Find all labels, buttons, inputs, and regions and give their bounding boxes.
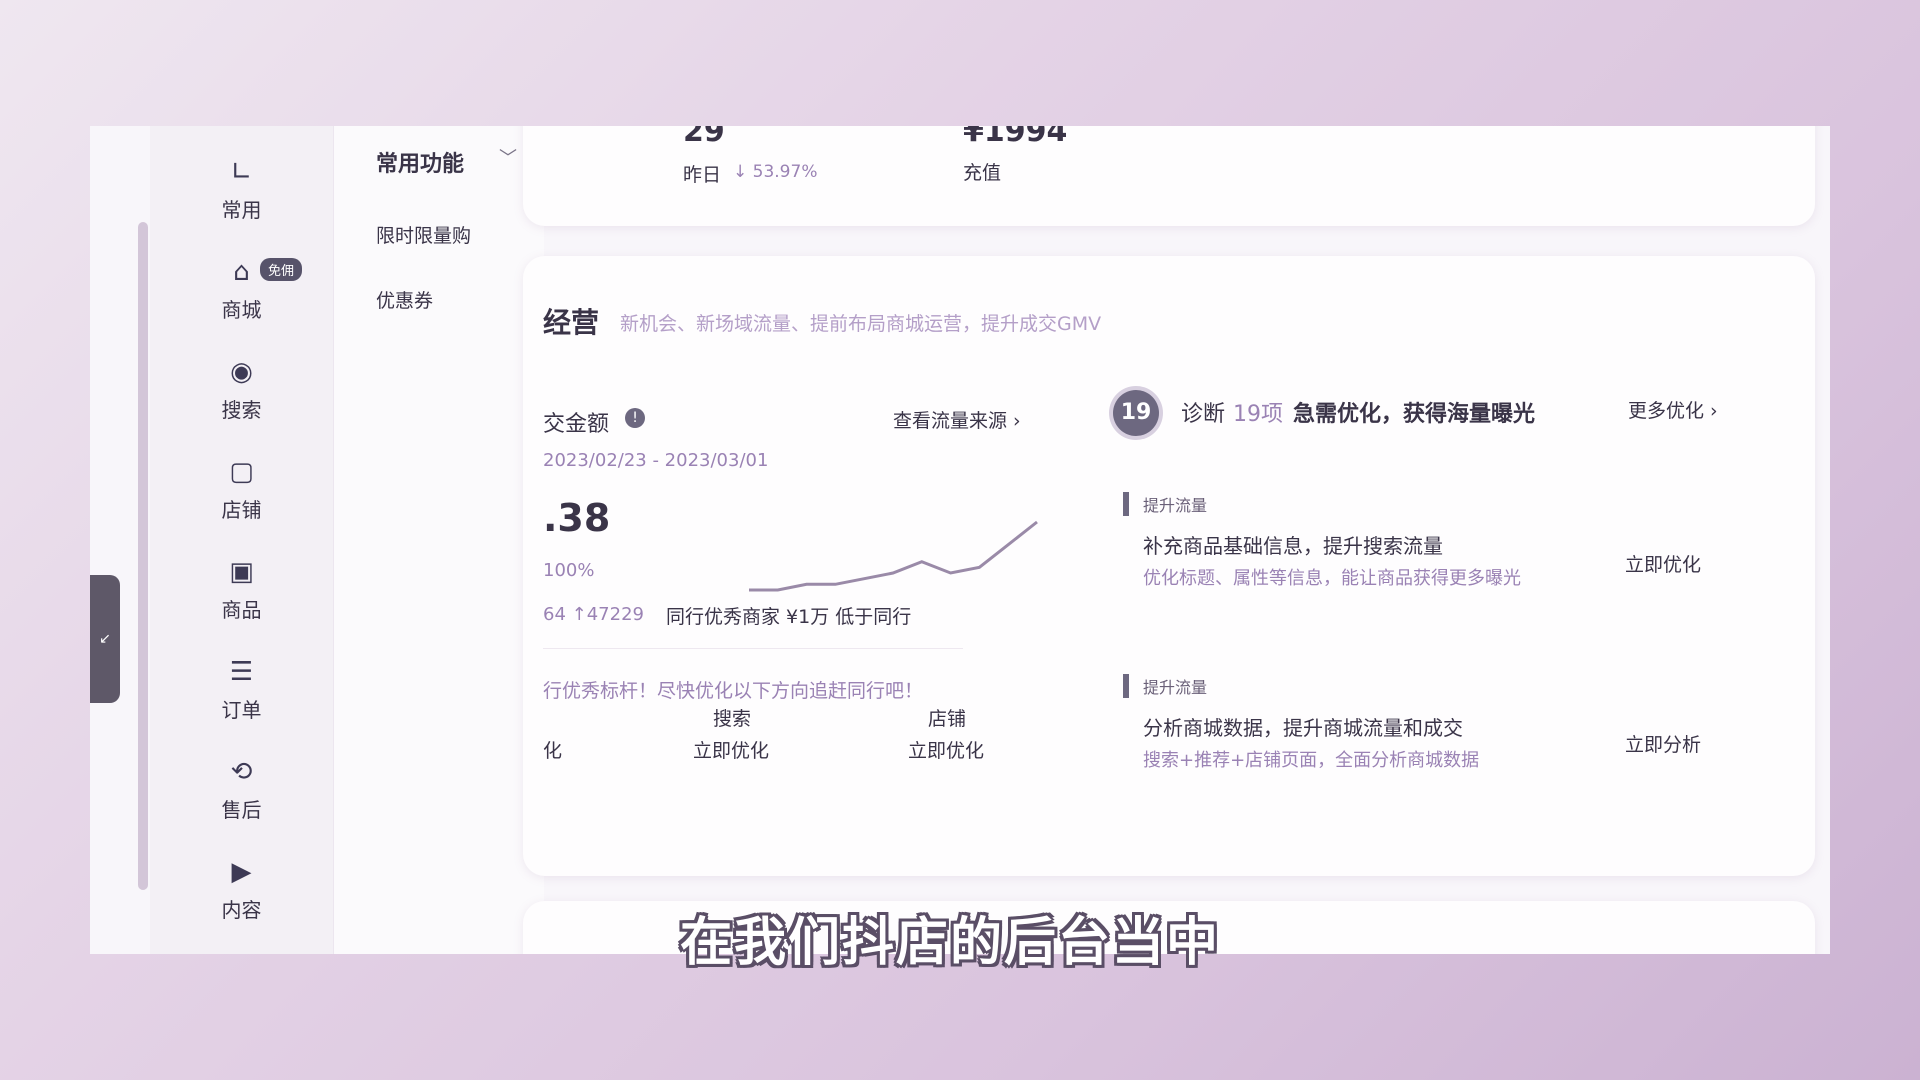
- rail-label: 店铺: [221, 498, 262, 522]
- traffic-source-link[interactable]: 查看流量来源 ›: [893, 406, 1021, 433]
- collapse-arrow-icon: ↙: [99, 631, 111, 647]
- gmv-compare: 64 ↑47229: [543, 604, 644, 625]
- diagnosis-item-title: 补充商品基础信息，提升搜索流量: [1143, 534, 1443, 558]
- diagnosis-tag: 提升流量: [1123, 674, 1207, 698]
- trend-line: [749, 520, 1038, 592]
- rail-label: 商品: [221, 598, 262, 622]
- submenu-panel: 常用功能 ﹀ 限时限量购 优惠券: [333, 126, 544, 954]
- free-commission-badge: 免佣: [260, 258, 303, 281]
- rail-item-order[interactable]: ☰ 订单: [150, 656, 333, 746]
- peer-comparison: 同行优秀商家 ¥1万 低于同行: [666, 606, 912, 628]
- channel-action[interactable]: 立即优化: [693, 736, 769, 763]
- diagnosis-count-badge: 19: [1113, 390, 1159, 436]
- main-content: 29 昨日 ↓ 53.97% ¥1994 充值 经营 新机会、新场域流量、提前布…: [523, 126, 1830, 954]
- app-window: ↙ ∟ 常用 ⌂ 商城 免佣 ◉ 搜索 ▢ 店铺 ▣ 商品 ☰ 订单 ⟲ 售后 …: [90, 126, 1830, 954]
- stat-label: 充值: [963, 162, 1002, 184]
- diagnosis-count: 19项: [1233, 402, 1283, 427]
- more-optimization-link[interactable]: 更多优化 ›: [1628, 396, 1718, 423]
- store-icon: ▢: [229, 457, 254, 487]
- diagnosis-item-desc: 搜索+推荐+店铺页面，全面分析商城数据: [1143, 750, 1480, 771]
- rail-item-after-sales[interactable]: ⟲ 售后: [150, 756, 333, 846]
- diagnosis-item-title: 分析商城数据，提升商城流量和成交: [1143, 716, 1463, 740]
- stat-value: ¥1994: [963, 126, 1068, 149]
- rail-label: 搜索: [221, 398, 262, 422]
- channel-action[interactable]: 立即优化: [908, 736, 984, 763]
- channel-action[interactable]: 化: [543, 736, 562, 763]
- date-range[interactable]: 2023/02/23 - 2023/03/01: [543, 450, 768, 471]
- gmv-trend-chart: [749, 520, 1038, 592]
- diagnosis-tag: 提升流量: [1123, 492, 1207, 516]
- submenu-item-flash-sale[interactable]: 限时限量购: [376, 221, 471, 248]
- chevron-down-icon[interactable]: ﹀: [499, 144, 517, 170]
- gmv-label: 交金额: [543, 412, 610, 437]
- section-title: 经营: [543, 306, 600, 339]
- after-sales-icon: ⟲: [230, 757, 253, 787]
- icon-rail: ∟ 常用 ⌂ 商城 免佣 ◉ 搜索 ▢ 店铺 ▣ 商品 ☰ 订单 ⟲ 售后 ▶: [150, 126, 333, 954]
- diagnosis-item-desc: 优化标题、属性等信息，能让商品获得更多曝光: [1143, 568, 1521, 589]
- rail-label: 常用: [221, 198, 262, 222]
- rail-label: 订单: [221, 698, 262, 722]
- rail-item-product[interactable]: ▣ 商品: [150, 556, 333, 646]
- rail-item-store[interactable]: ▢ 店铺: [150, 456, 333, 546]
- collapse-sidebar-button[interactable]: ↙: [90, 575, 120, 703]
- rail-item-content[interactable]: ▶ 内容: [150, 856, 333, 946]
- advice-text: 行优秀标杆！尽快优化以下方向追赶同行吧！: [543, 680, 924, 702]
- rail-item-common[interactable]: ∟ 常用: [150, 156, 333, 246]
- vertical-scrollbar[interactable]: [138, 222, 148, 890]
- info-icon[interactable]: !: [625, 408, 645, 428]
- stat-value: 29: [683, 126, 725, 149]
- mall-icon: ⌂: [233, 257, 250, 287]
- section-subtitle: 新机会、新场域流量、提前布局商城运营，提升成交GMV: [620, 313, 1102, 335]
- bookmark-icon: ∟: [230, 157, 253, 187]
- order-icon: ☰: [229, 657, 254, 687]
- submenu-title[interactable]: 常用功能: [376, 146, 464, 178]
- rail-label: 内容: [221, 898, 262, 922]
- video-caption: 在我们抖店的后台当中: [680, 913, 1221, 973]
- stat-label: 昨日: [683, 164, 722, 186]
- channel-name: 搜索: [713, 708, 752, 730]
- content-icon: ▶: [231, 857, 252, 887]
- analyze-now-button[interactable]: 立即分析: [1625, 730, 1701, 757]
- rail-label: 售后: [221, 798, 262, 822]
- rail-item-search[interactable]: ◉ 搜索: [150, 356, 333, 446]
- diagnosis-prefix: 诊断: [1181, 402, 1226, 427]
- product-icon: ▣: [229, 557, 254, 587]
- diagnosis-headline: 急需优化，获得海量曝光: [1293, 402, 1536, 427]
- divider: [543, 648, 963, 649]
- rail-item-mall[interactable]: ⌂ 商城 免佣: [150, 256, 333, 346]
- channel-name: 店铺: [928, 708, 967, 730]
- rail-label: 商城: [221, 298, 262, 322]
- gmv-value: .38: [543, 496, 611, 540]
- stat-change: ↓ 53.97%: [733, 162, 818, 182]
- optimize-now-button[interactable]: 立即优化: [1625, 550, 1701, 577]
- gmv-percent: 100%: [543, 560, 595, 581]
- search-icon: ◉: [230, 357, 253, 387]
- submenu-item-coupon[interactable]: 优惠券: [376, 286, 433, 313]
